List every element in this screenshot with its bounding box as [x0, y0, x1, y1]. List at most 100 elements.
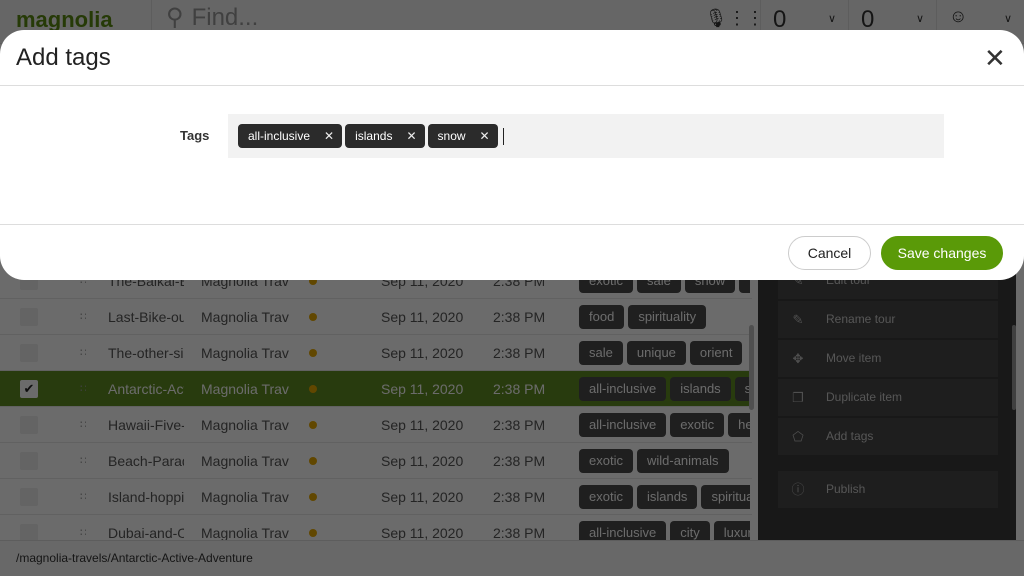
- action-add-tags[interactable]: ⬠ Add tags: [778, 418, 998, 455]
- tag-chip: sale: [579, 341, 623, 365]
- tag-chip: spirituality: [628, 305, 707, 329]
- row-checkbox[interactable]: [20, 452, 38, 470]
- drag-handle-icon[interactable]: ∷: [80, 371, 86, 407]
- tag-chip: islands ✕: [345, 124, 425, 148]
- tag-chip: health: [728, 413, 750, 437]
- action-rename-tour[interactable]: ✎ Rename tour: [778, 301, 998, 338]
- chevron-down-icon: ∨: [915, 13, 924, 25]
- row-checkbox[interactable]: [20, 308, 38, 326]
- table-scrollbar[interactable]: [749, 325, 754, 410]
- chevron-down-icon: ∨: [1003, 13, 1012, 25]
- search-icon: ⚲: [166, 4, 184, 31]
- tags-input[interactable]: all-inclusive ✕ islands ✕ snow ✕: [228, 114, 944, 158]
- tag-chip: food: [579, 305, 625, 329]
- remove-tag-icon[interactable]: ✕: [406, 124, 416, 148]
- tag-icon: ⬠: [792, 429, 804, 444]
- action-duplicate-item[interactable]: ❐ Duplicate item: [778, 379, 998, 416]
- tags-label: Tags: [180, 128, 210, 143]
- table-row[interactable]: ∷ Beach-Parad Magnolia Trave Sep 11, 2020 2:…: [0, 443, 752, 479]
- row-tags: sale unique orient: [579, 335, 750, 365]
- row-checkbox[interactable]: ✔: [20, 380, 38, 398]
- chevron-down-icon: ∨: [827, 13, 836, 25]
- row-name: Hawaii-Five-(: [108, 417, 184, 433]
- table-row[interactable]: ∷ Last-Bike-out Magnolia Trave Sep 11, 2020…: [0, 299, 752, 335]
- row-time: 2:38 PM: [493, 453, 546, 469]
- row-tags: food spirituality: [579, 299, 750, 329]
- row-tags: all-inclusiveislandssnow: [579, 371, 750, 401]
- cancel-button[interactable]: Cancel: [788, 236, 871, 270]
- user-icon: ☺: [949, 6, 968, 26]
- tag-chip: snow: [734, 377, 750, 401]
- pencil-icon: ✎: [792, 312, 804, 327]
- drag-handle-icon[interactable]: ∷: [80, 407, 86, 443]
- search-input[interactable]: Find...: [192, 5, 259, 31]
- row-author: Magnolia Trave: [201, 309, 289, 325]
- row-time: 2:38 PM: [493, 345, 546, 361]
- table-row[interactable]: ∷ The-other-sic Magnolia Trave Sep 11, 2020…: [0, 335, 752, 371]
- dialog-header: Add tags ✕: [0, 30, 1024, 86]
- save-changes-button[interactable]: Save changes: [881, 236, 1003, 270]
- drag-handle-icon[interactable]: ∷: [80, 335, 86, 371]
- row-name: Last-Bike-out: [108, 309, 184, 325]
- row-time: 2:38 PM: [493, 417, 546, 433]
- publish-icon: ⓘ: [791, 482, 805, 497]
- row-author: Magnolia Trave: [201, 417, 289, 433]
- row-date: Sep 11, 2020: [381, 309, 464, 325]
- table-row[interactable]: ✔ ∷ Antarctic-Act Magnolia Trave Sep 11, 202…: [0, 371, 752, 407]
- drag-handle-icon[interactable]: ∷: [80, 443, 86, 479]
- add-tags-dialog: Add tags ✕ Tags all-inclusive ✕ islands ✕ sn…: [0, 30, 1024, 280]
- action-label: Add tags: [826, 429, 874, 443]
- row-author: Magnolia Trave: [201, 489, 289, 505]
- row-tags: exoticislandsspirituality: [579, 479, 750, 509]
- tag-chip: exotic: [670, 413, 725, 437]
- row-author: Magnolia Trave: [201, 381, 289, 397]
- action-move-item[interactable]: ✥ Move item: [778, 340, 998, 377]
- move-icon: ✥: [792, 351, 804, 366]
- tag-chip: wild-animals: [636, 449, 729, 473]
- row-checkbox[interactable]: [20, 488, 38, 506]
- row-date: Sep 11, 2020: [381, 417, 464, 433]
- status-dot-icon: [309, 421, 317, 429]
- tag-chip: spirituality: [701, 485, 750, 509]
- tag-label: snow: [437, 129, 466, 143]
- apps-grid-icon[interactable]: ⋮⋮: [728, 0, 764, 29]
- row-name: The-other-sic: [108, 345, 184, 361]
- status-dot-icon: [309, 529, 317, 537]
- row-checkbox[interactable]: [20, 344, 38, 362]
- text-caret: [502, 127, 504, 145]
- microphone-icon[interactable]: 🎙: [704, 0, 728, 29]
- row-date: Sep 11, 2020: [381, 381, 464, 397]
- tag-label: all-inclusive: [248, 129, 311, 143]
- drag-handle-icon[interactable]: ∷: [80, 299, 86, 335]
- row-name: Antarctic-Act: [108, 381, 184, 397]
- actions-panel: ✎ Edit tour ✎ Rename tour ✥ Move item ❐ Duplica…: [758, 262, 1016, 540]
- row-date: Sep 11, 2020: [381, 345, 464, 361]
- row-name: Island-hoppir: [108, 489, 184, 505]
- action-label: Publish: [826, 482, 866, 496]
- tag-chip: exotic: [579, 485, 633, 509]
- dialog-title: Add tags: [16, 44, 111, 71]
- table-row[interactable]: ∷ Hawaii-Five-( Magnolia Trave Sep 11, 2020…: [0, 407, 752, 443]
- row-date: Sep 11, 2020: [381, 453, 464, 469]
- remove-tag-icon[interactable]: ✕: [324, 124, 334, 148]
- search-bar[interactable]: ⚲ Find...: [152, 0, 704, 31]
- dialog-footer: Cancel Save changes: [0, 224, 1024, 280]
- status-dot-icon: [309, 493, 317, 501]
- row-checkbox[interactable]: [20, 416, 38, 434]
- tag-chip: snow ✕: [427, 124, 498, 148]
- drag-handle-icon[interactable]: ∷: [80, 479, 86, 515]
- close-icon[interactable]: ✕: [984, 44, 1006, 72]
- table-row[interactable]: ∷ Island-hoppir Magnolia Trave Sep 11, 2020…: [0, 479, 752, 515]
- action-label: Rename tour: [826, 312, 896, 326]
- action-publish[interactable]: ⓘ Publish: [778, 471, 998, 508]
- row-author: Magnolia Trave: [201, 345, 289, 361]
- row-author: Magnolia Trave: [201, 453, 289, 469]
- row-name: Beach-Parad: [108, 453, 184, 469]
- tag-chip: all-inclusive ✕: [238, 124, 343, 148]
- row-time: 2:38 PM: [493, 381, 546, 397]
- panel-scrollbar[interactable]: [1012, 325, 1016, 410]
- row-tags: all-inclusiveexotichealth: [579, 407, 750, 437]
- status-dot-icon: [309, 385, 317, 393]
- row-date: Sep 11, 2020: [381, 489, 464, 505]
- remove-tag-icon[interactable]: ✕: [480, 124, 490, 148]
